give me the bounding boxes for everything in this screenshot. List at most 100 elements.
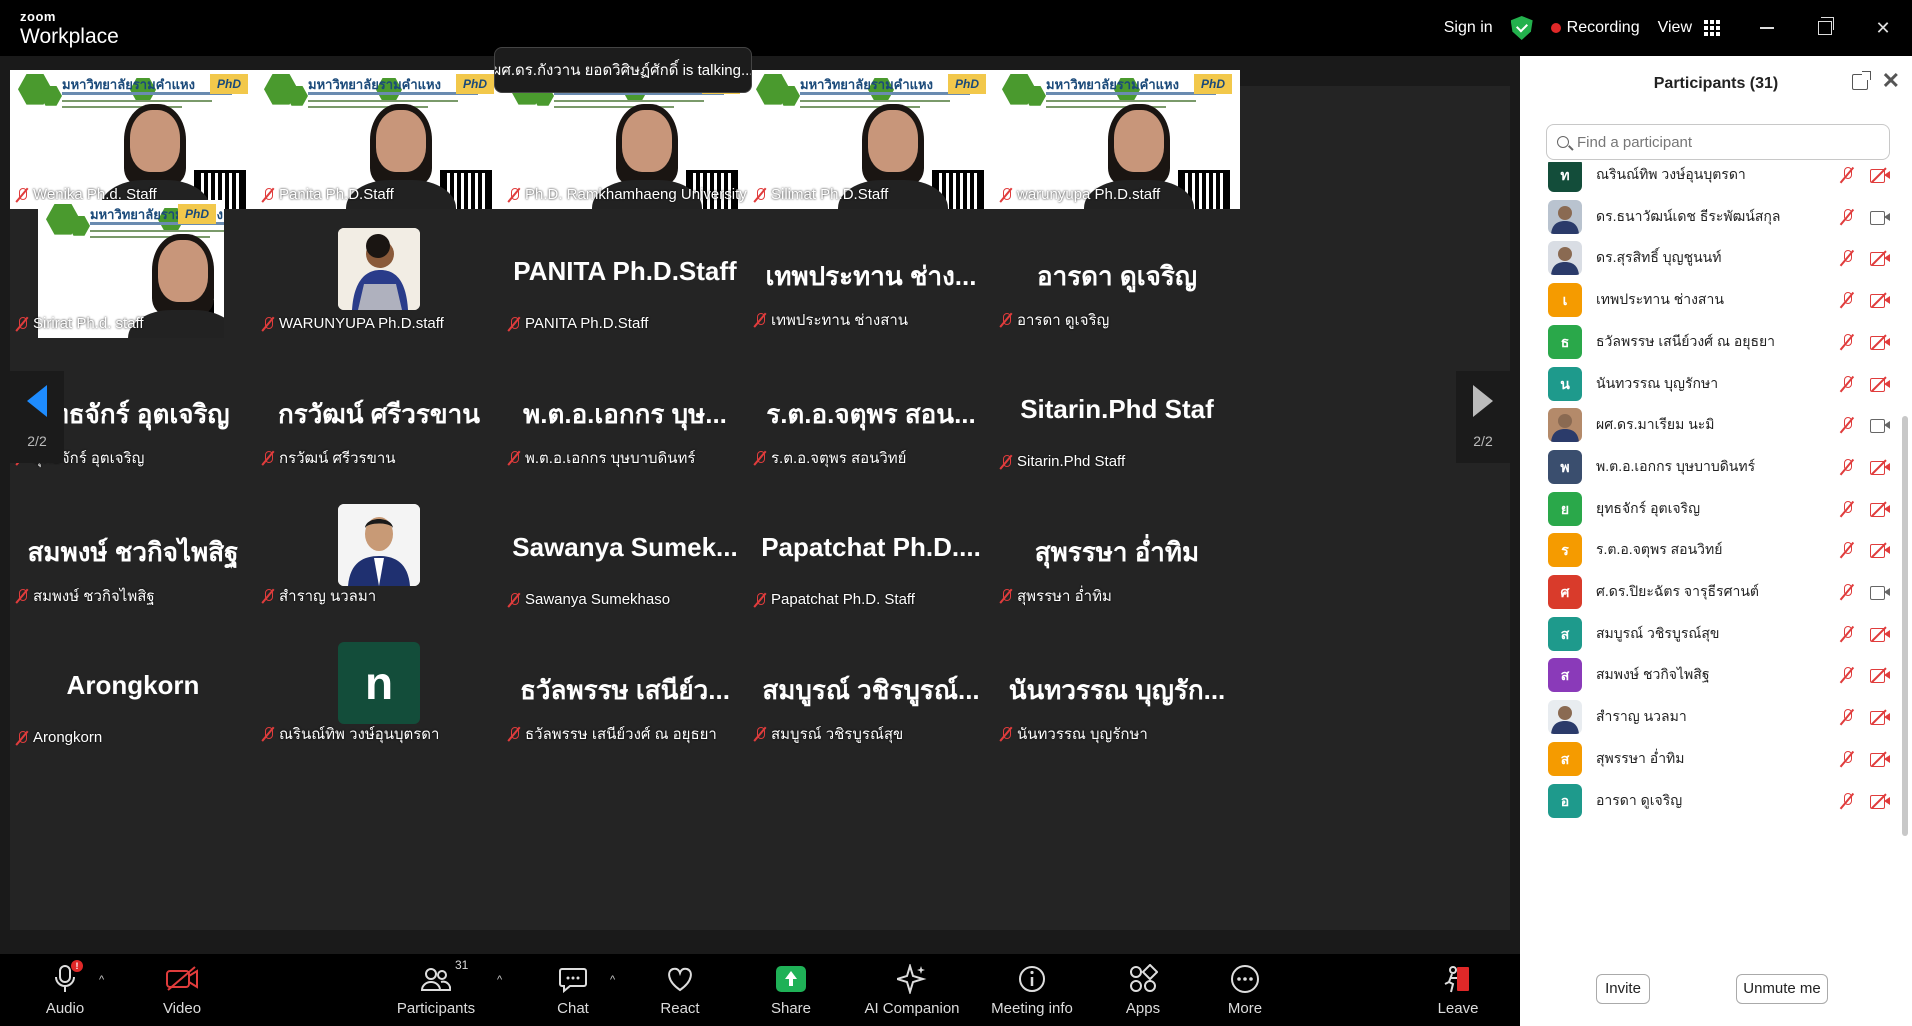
apps-button[interactable]: Apps: [1120, 954, 1166, 1026]
mic-muted-icon[interactable]: [1840, 500, 1854, 518]
leave-button[interactable]: Leave: [1436, 954, 1480, 1026]
camera-off-icon[interactable]: [1870, 293, 1890, 309]
previous-page-button[interactable]: 2/2: [10, 371, 64, 463]
ai-companion-button[interactable]: AI Companion: [860, 954, 964, 1026]
audio-options-chevron-icon[interactable]: ^: [99, 974, 104, 986]
mic-muted-icon[interactable]: [1840, 792, 1854, 810]
participant-row[interactable]: พ พ.ต.อ.เอกกร บุษบาบดินทร์: [1520, 446, 1912, 488]
chat-button[interactable]: Chat: [548, 954, 598, 1026]
camera-off-icon[interactable]: [1870, 168, 1890, 183]
participant-row[interactable]: น นันทวรรณ บุญรักษา: [1520, 363, 1912, 405]
sign-in-button[interactable]: Sign in: [1444, 19, 1493, 37]
camera-icon[interactable]: [1870, 418, 1890, 434]
pop-out-icon[interactable]: [1852, 71, 1871, 90]
recording-indicator[interactable]: Recording: [1550, 19, 1640, 37]
video-tile[interactable]: นันทวรรณ บุญรัก... นันทวรรณ บุญรักษา: [994, 614, 1240, 752]
camera-off-icon[interactable]: [1870, 251, 1890, 267]
video-tile[interactable]: มหาวิทยาลัยรามคำแหง PhD warunyupa Ph.D.sta…: [994, 70, 1240, 209]
audio-button[interactable]: ! Audio: [40, 954, 90, 1026]
video-tile[interactable]: พ.ต.อ.เอกกร บุษ... พ.ต.อ.เอกกร บุษบาบดินท…: [502, 338, 748, 476]
video-tile[interactable]: มหาวิทยาลัยรามคำแหง PhD Sirirat Ph.d. staf…: [10, 200, 256, 338]
unmute-me-button[interactable]: Unmute me: [1736, 974, 1828, 1004]
participant-row[interactable]: ย ยุทธจักร์ อุตเจริญ: [1520, 488, 1912, 530]
chat-options-chevron-icon[interactable]: ^: [610, 974, 615, 986]
camera-off-icon[interactable]: [1870, 627, 1890, 642]
mic-muted-icon[interactable]: [1840, 541, 1854, 559]
video-tile[interactable]: PANITA Ph.D.Staff PANITA Ph.D.Staff: [502, 200, 748, 338]
video-tile[interactable]: n ณรินณ์ทิพ วงษ์อุนบุตรดา: [256, 614, 502, 752]
encryption-shield-icon[interactable]: [1510, 16, 1533, 40]
video-tile[interactable]: ร.ต.อ.จตุพร สอน... ร.ต.อ.จตุพร สอนวิทย์: [748, 338, 994, 476]
more-button[interactable]: More: [1222, 954, 1268, 1026]
meeting-info-button[interactable]: Meeting info: [984, 954, 1080, 1026]
participants-button[interactable]: 31 Participants: [392, 954, 480, 1026]
video-tile[interactable]: สมพงษ์ ชวกิจไพสิฐ สมพงษ์ ชวกิจไพสิฐ: [10, 476, 256, 614]
mic-muted-icon[interactable]: [1840, 666, 1854, 684]
camera-off-icon[interactable]: [1870, 710, 1890, 726]
scrollbar[interactable]: [1902, 416, 1908, 836]
video-tile[interactable]: Papatchat Ph.D.... Papatchat Ph.D. Staff: [748, 476, 994, 614]
participant-row[interactable]: ผศ.ดร.มาเรียม นะมิ: [1520, 404, 1912, 446]
participant-row[interactable]: ร ร.ต.อ.จตุพร สอนวิทย์: [1520, 529, 1912, 571]
camera-off-icon[interactable]: [1870, 460, 1890, 475]
participant-row[interactable]: อ อารดา ดูเจริญ: [1520, 780, 1912, 822]
mic-muted-icon[interactable]: [1840, 249, 1854, 267]
camera-off-icon[interactable]: [1870, 377, 1890, 392]
camera-off-icon[interactable]: [1870, 668, 1890, 684]
participant-row[interactable]: ดร.สุรสิทธิ์ บุญชูนนท์: [1520, 237, 1912, 279]
camera-off-icon[interactable]: [1870, 543, 1890, 559]
video-tile[interactable]: WARUNYUPA Ph.D.staff: [256, 200, 502, 338]
camera-off-icon[interactable]: [1870, 752, 1890, 767]
video-tile[interactable]: อารดา ดูเจริญ อารดา ดูเจริญ: [994, 200, 1240, 338]
participant-row[interactable]: ศ ศ.ดร.ปิยะฉัตร จารุธีรศานต์: [1520, 571, 1912, 613]
camera-icon[interactable]: [1870, 210, 1890, 225]
mic-muted-icon[interactable]: [1840, 458, 1854, 476]
invite-button[interactable]: Invite: [1596, 974, 1650, 1004]
mic-muted-icon[interactable]: [1840, 291, 1854, 309]
participant-row[interactable]: ส สมพงษ์ ชวกิจไพสิฐ: [1520, 654, 1912, 696]
participants-options-chevron-icon[interactable]: ^: [497, 974, 502, 986]
view-button[interactable]: View: [1658, 19, 1720, 37]
mic-muted-icon[interactable]: [1840, 625, 1854, 643]
video-tile[interactable]: สำราญ นวลมา: [256, 476, 502, 614]
mic-muted-icon[interactable]: [1840, 416, 1854, 434]
mic-muted-icon[interactable]: [1840, 583, 1854, 601]
video-tile[interactable]: ธวัลพรรษ เสนีย์ว... ธวัลพรรษ เสนีย์วงศ์ ณ…: [502, 614, 748, 752]
mic-muted-icon[interactable]: [1840, 166, 1854, 184]
video-tile[interactable]: Sitarin.Phd Staf Sitarin.Phd Staff: [994, 338, 1240, 476]
participant-search[interactable]: [1546, 124, 1890, 160]
video-tile[interactable]: มหาวิทยาลัยรามคำแหง PhD Panita Ph.D.Staff: [256, 70, 502, 209]
video-tile[interactable]: กรวัฒน์ ศรีวรขาน กรวัฒน์ ศรีวรขาน: [256, 338, 502, 476]
restore-button[interactable]: [1796, 0, 1854, 56]
video-tile[interactable]: Arongkorn Arongkorn: [10, 614, 256, 752]
minimize-button[interactable]: [1738, 0, 1796, 56]
video-tile[interactable]: มหาวิทยาลัยรามคำแหง PhD Wenika Ph.d. Staff: [10, 70, 256, 209]
mic-muted-icon[interactable]: [1840, 750, 1854, 768]
camera-off-icon[interactable]: [1870, 335, 1890, 350]
share-button[interactable]: Share: [764, 954, 818, 1026]
next-page-button[interactable]: 2/2: [1456, 371, 1510, 463]
camera-icon[interactable]: [1870, 585, 1890, 600]
search-input[interactable]: [1577, 133, 1867, 151]
mic-muted-icon[interactable]: [1840, 208, 1854, 226]
camera-off-icon[interactable]: [1870, 794, 1890, 809]
participant-row[interactable]: ดร.ธนาวัฒน์เดช ธีระพัฒน์สกุล: [1520, 196, 1912, 238]
participant-row[interactable]: สำราญ นวลมา: [1520, 696, 1912, 738]
video-tile[interactable]: Sawanya Sumek... Sawanya Sumekhaso: [502, 476, 748, 614]
participant-row[interactable]: เ เทพประทาน ช่างสาน: [1520, 279, 1912, 321]
participant-list[interactable]: ท ณรินณ์ทิพ วงษ์อุนบุตรดา ดร.ธนาวัฒน์เดช ธ…: [1520, 162, 1912, 932]
participant-row[interactable]: ธ ธวัลพรรษ เสนีย์วงศ์ ณ อยุธยา: [1520, 321, 1912, 363]
video-tile[interactable]: สุพรรษา อ่ำทิม สุพรรษา อ่ำทิม: [994, 476, 1240, 614]
close-window-button[interactable]: ✕: [1854, 0, 1912, 56]
video-tile[interactable]: มหาวิทยาลัยรามคำแหง PhD Silimat Ph.D.Staff: [748, 70, 994, 209]
close-panel-icon[interactable]: ✕: [1882, 70, 1900, 92]
react-button[interactable]: React: [654, 954, 706, 1026]
participant-row[interactable]: ส สมบูรณ์ วชิรบูรณ์สุข: [1520, 613, 1912, 655]
video-button[interactable]: Video: [156, 954, 208, 1026]
mic-muted-icon[interactable]: [1840, 708, 1854, 726]
mic-muted-icon[interactable]: [1840, 333, 1854, 351]
video-tile[interactable]: เทพประทาน ช่าง... เทพประทาน ช่างสาน: [748, 200, 994, 338]
participant-row[interactable]: ส สุพรรษา อ่ำทิม: [1520, 738, 1912, 780]
video-tile[interactable]: สมบูรณ์ วชิรบูรณ์... สมบูรณ์ วชิรบูรณ์สุข: [748, 614, 994, 752]
participant-row[interactable]: ท ณรินณ์ทิพ วงษ์อุนบุตรดา: [1520, 162, 1912, 196]
